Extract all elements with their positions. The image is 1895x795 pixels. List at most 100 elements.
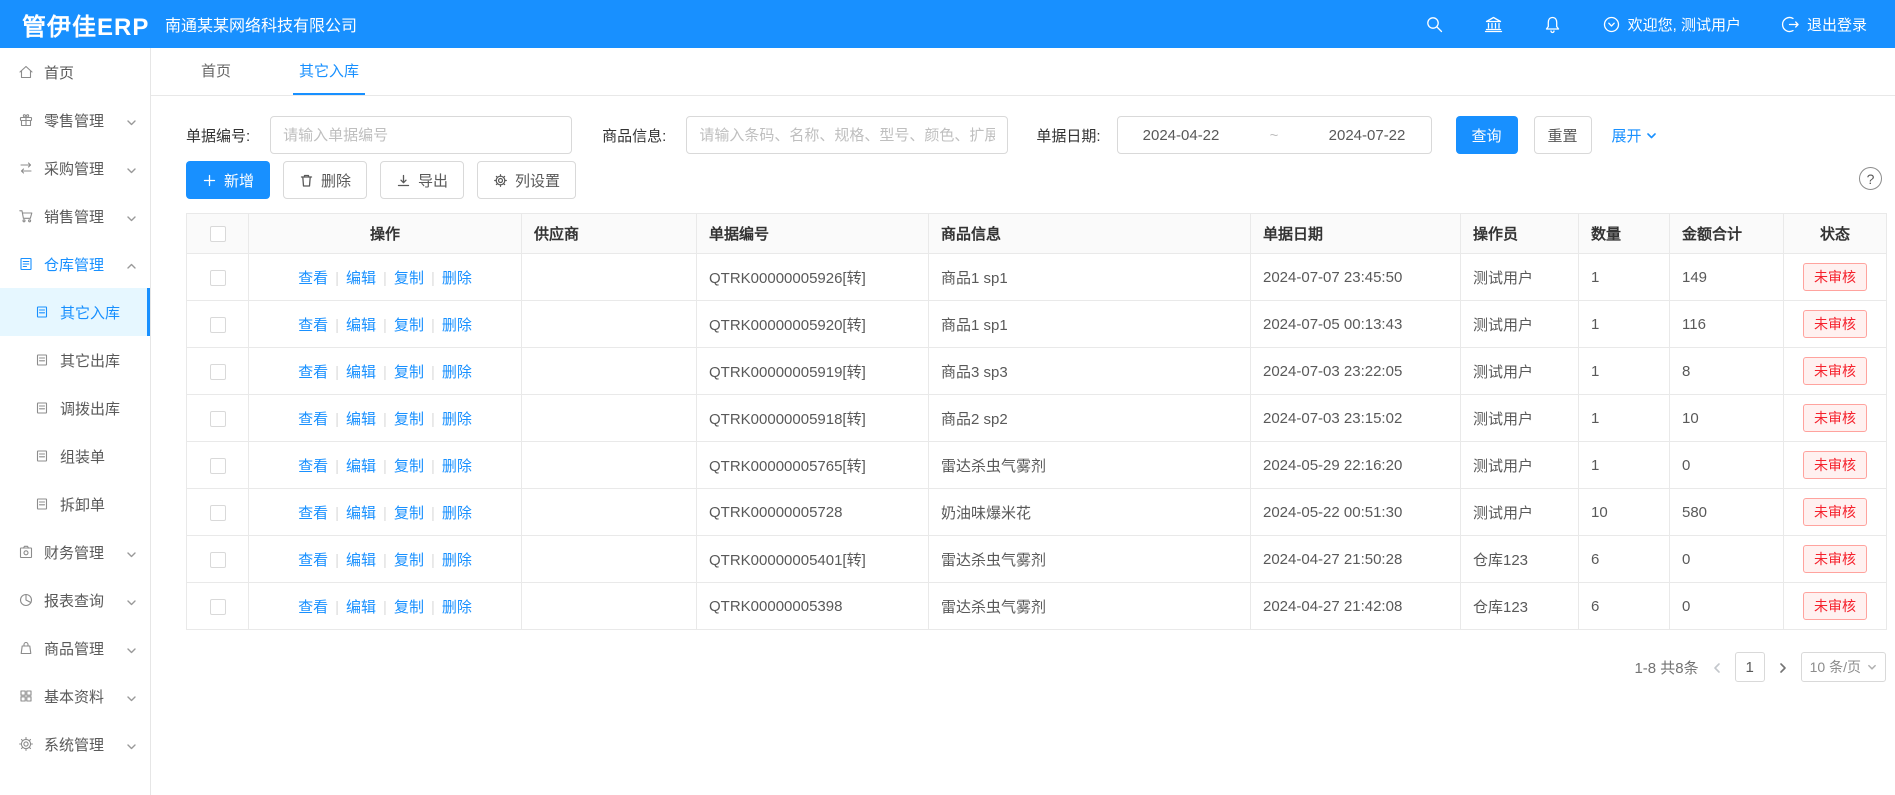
table-row: 查看|编辑|复制|删除 QTRK00000005926[转] 商品1 sp1 2… <box>187 254 1887 301</box>
action-separator: | <box>335 270 339 287</box>
prev-page-button[interactable] <box>1711 661 1723 673</box>
date-range-picker[interactable]: 2024-04-22 ~ 2024-07-22 <box>1117 116 1432 154</box>
next-page-button[interactable] <box>1777 661 1789 673</box>
help-icon[interactable]: ? <box>1859 167 1882 190</box>
reset-button[interactable]: 重置 <box>1534 116 1592 154</box>
action-edit-link[interactable]: 编辑 <box>346 599 376 616</box>
tab-home[interactable]: 首页 <box>195 48 237 95</box>
action-view-link[interactable]: 查看 <box>298 505 328 522</box>
cell-supplier <box>522 254 697 301</box>
row-checkbox[interactable] <box>210 458 226 474</box>
action-copy-link[interactable]: 复制 <box>394 364 424 381</box>
bill-no-input[interactable] <box>270 116 572 154</box>
row-checkbox[interactable] <box>210 364 226 380</box>
row-checkbox[interactable] <box>210 552 226 568</box>
page-number[interactable]: 1 <box>1735 652 1765 682</box>
row-checkbox[interactable] <box>210 505 226 521</box>
sidebar-item-assembly[interactable]: 组装单 <box>0 432 150 480</box>
sidebar-item-sales[interactable]: 销售管理 <box>0 192 150 240</box>
sidebar-item-system[interactable]: 系统管理 <box>0 720 150 768</box>
sidebar-item-warehouse[interactable]: 仓库管理 <box>0 240 150 288</box>
column-settings-button[interactable]: 列设置 <box>477 161 576 199</box>
action-delete-link[interactable]: 删除 <box>442 317 472 334</box>
action-view-link[interactable]: 查看 <box>298 552 328 569</box>
sidebar-item-other-inbound[interactable]: 其它入库 <box>0 288 150 336</box>
sidebar-item-transfer-outbound[interactable]: 调拨出库 <box>0 384 150 432</box>
row-checkbox[interactable] <box>210 599 226 615</box>
action-edit-link[interactable]: 编辑 <box>346 270 376 287</box>
page-size-select[interactable]: 10 条/页 <box>1801 652 1886 682</box>
swap-icon <box>18 160 34 176</box>
action-delete-link[interactable]: 删除 <box>442 411 472 428</box>
action-view-link[interactable]: 查看 <box>298 317 328 334</box>
sidebar-item-other-outbound[interactable]: 其它出库 <box>0 336 150 384</box>
logout-button[interactable]: 退出登录 <box>1781 14 1867 35</box>
action-delete-link[interactable]: 删除 <box>442 505 472 522</box>
sidebar-item-basic-data[interactable]: 基本资料 <box>0 672 150 720</box>
row-actions: 查看|编辑|复制|删除 <box>249 301 522 348</box>
action-copy-link[interactable]: 复制 <box>394 552 424 569</box>
action-copy-link[interactable]: 复制 <box>394 599 424 616</box>
col-product: 商品信息 <box>929 214 1251 254</box>
sidebar-item-products[interactable]: 商品管理 <box>0 624 150 672</box>
pie-chart-icon <box>18 592 34 608</box>
product-info-input[interactable] <box>686 116 1008 154</box>
action-edit-link[interactable]: 编辑 <box>346 317 376 334</box>
action-delete-link[interactable]: 删除 <box>442 364 472 381</box>
row-checkbox[interactable] <box>210 411 226 427</box>
export-button[interactable]: 导出 <box>380 161 464 199</box>
action-view-link[interactable]: 查看 <box>298 364 328 381</box>
user-menu[interactable]: 欢迎您, 测试用户 <box>1602 14 1741 35</box>
cell-date: 2024-07-03 23:22:05 <box>1251 348 1461 395</box>
search-button[interactable]: 查询 <box>1456 116 1518 154</box>
sidebar-item-retail[interactable]: 零售管理 <box>0 96 150 144</box>
tab-other-inbound[interactable]: 其它入库 <box>293 48 365 95</box>
date-to[interactable]: 2024-07-22 <box>1329 127 1406 144</box>
action-copy-link[interactable]: 复制 <box>394 505 424 522</box>
action-view-link[interactable]: 查看 <box>298 270 328 287</box>
action-delete-link[interactable]: 删除 <box>442 599 472 616</box>
cell-date: 2024-04-27 21:42:08 <box>1251 583 1461 630</box>
action-view-link[interactable]: 查看 <box>298 599 328 616</box>
bell-icon[interactable] <box>1543 15 1562 34</box>
delete-button[interactable]: 删除 <box>283 161 367 199</box>
chevron-down-icon <box>126 211 137 222</box>
expand-link[interactable]: 展开 <box>1612 125 1657 146</box>
action-view-link[interactable]: 查看 <box>298 458 328 475</box>
row-checkbox[interactable] <box>210 270 226 286</box>
cell-product: 雷达杀虫气雾剂 <box>929 583 1251 630</box>
action-edit-link[interactable]: 编辑 <box>346 411 376 428</box>
action-copy-link[interactable]: 复制 <box>394 270 424 287</box>
action-copy-link[interactable]: 复制 <box>394 411 424 428</box>
cell-operator: 仓库123 <box>1461 583 1579 630</box>
cell-qty: 6 <box>1579 536 1670 583</box>
sidebar-item-purchase[interactable]: 采购管理 <box>0 144 150 192</box>
row-checkbox[interactable] <box>210 317 226 333</box>
sidebar-item-finance[interactable]: 财务管理 <box>0 528 150 576</box>
action-edit-link[interactable]: 编辑 <box>346 552 376 569</box>
action-delete-link[interactable]: 删除 <box>442 552 472 569</box>
action-edit-link[interactable]: 编辑 <box>346 364 376 381</box>
sidebar-item-reports[interactable]: 报表查询 <box>0 576 150 624</box>
status-badge: 未审核 <box>1803 592 1867 620</box>
cart-icon <box>18 208 34 224</box>
bank-icon[interactable] <box>1484 15 1503 34</box>
chevron-down-icon <box>1867 662 1877 672</box>
table-header-row: 操作 供应商 单据编号 商品信息 单据日期 操作员 数量 金额合计 状态 <box>187 214 1887 254</box>
select-all-checkbox[interactable] <box>210 226 226 242</box>
action-view-link[interactable]: 查看 <box>298 411 328 428</box>
action-copy-link[interactable]: 复制 <box>394 317 424 334</box>
cell-operator: 测试用户 <box>1461 442 1579 489</box>
sidebar-item-disassembly[interactable]: 拆卸单 <box>0 480 150 528</box>
action-edit-link[interactable]: 编辑 <box>346 458 376 475</box>
search-icon[interactable] <box>1425 15 1444 34</box>
action-delete-link[interactable]: 删除 <box>442 458 472 475</box>
action-delete-link[interactable]: 删除 <box>442 270 472 287</box>
sidebar-item-home[interactable]: 首页 <box>0 48 150 96</box>
add-button[interactable]: 新增 <box>186 161 270 199</box>
cell-supplier <box>522 536 697 583</box>
action-copy-link[interactable]: 复制 <box>394 458 424 475</box>
date-from[interactable]: 2024-04-22 <box>1143 127 1220 144</box>
action-edit-link[interactable]: 编辑 <box>346 505 376 522</box>
cell-product: 商品1 sp1 <box>929 301 1251 348</box>
